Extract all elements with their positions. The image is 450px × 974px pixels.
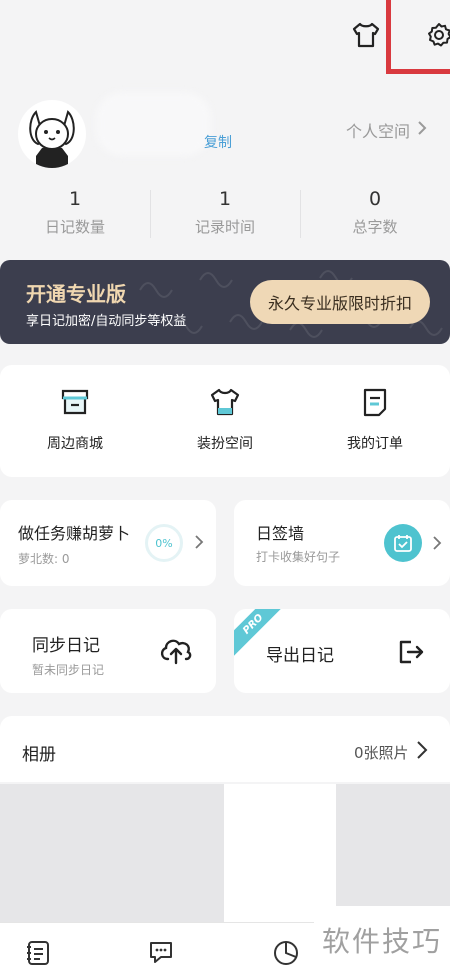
personal-space-link[interactable]: 个人空间: [346, 118, 428, 142]
album-title: 相册: [22, 745, 56, 765]
diary-list-icon[interactable]: [22, 937, 54, 969]
sync-title: 同步日记: [32, 636, 100, 656]
stat-value: 1: [218, 188, 232, 210]
export-title: 导出日记: [266, 646, 334, 666]
chevron-right-icon: [432, 535, 442, 555]
tasks-card[interactable]: 做任务赚胡萝卜 萝北数: 0 0%: [0, 500, 216, 586]
sign-wall-subtitle: 打卡收集好句子: [256, 550, 341, 564]
sync-diary-card[interactable]: 同步日记 暂未同步日记: [0, 609, 216, 693]
pro-discount-button[interactable]: 永久专业版限时折扣: [250, 280, 430, 324]
stats-row: 1 日记数量 1 记录时间 0 总字数: [0, 188, 450, 242]
tasks-progress-label: 0%: [155, 536, 173, 550]
copy-link[interactable]: 复制: [204, 132, 232, 152]
sign-wall-card[interactable]: 日签墙 打卡收集好句子: [234, 500, 450, 586]
stat-word-count[interactable]: 0 总字数: [300, 188, 450, 242]
album-photo-placeholder[interactable]: [0, 784, 224, 924]
stat-value: 0: [368, 188, 382, 210]
chevron-right-icon: [416, 120, 428, 140]
pro-title: 开通专业版: [26, 282, 126, 306]
tasks-carrot-count: 萝北数: 0: [18, 552, 70, 566]
quick-link-store[interactable]: 周边商城: [0, 365, 150, 477]
top-bar: [0, 0, 450, 80]
stat-label: 总字数: [352, 218, 398, 236]
stat-label: 日记数量: [44, 218, 105, 236]
chevron-right-icon: [194, 534, 204, 554]
tasks-progress-ring: 0%: [145, 524, 183, 562]
pro-badge-label: PRO: [240, 611, 266, 637]
album-photo-placeholder[interactable]: [336, 784, 450, 924]
order-icon: [359, 387, 391, 421]
quick-links-card: 周边商城 装扮空间 我的订单: [0, 365, 450, 477]
quick-link-label: 我的订单: [347, 436, 403, 452]
calendar-check-icon: [384, 524, 422, 562]
tshirt-icon[interactable]: [349, 18, 383, 52]
stat-value: 1: [68, 188, 82, 210]
personal-space-label: 个人空间: [345, 122, 410, 141]
pie-chart-icon[interactable]: [270, 937, 302, 969]
pro-banner[interactable]: 开通专业版 享日记加密/自动同步等权益 永久专业版限时折扣: [0, 260, 450, 344]
sync-subtitle: 暂未同步日记: [32, 663, 105, 677]
settings-highlight-box: [386, 0, 450, 74]
chevron-right-icon: [416, 740, 428, 764]
avatar[interactable]: [18, 100, 86, 168]
pro-subtitle: 享日记加密/自动同步等权益: [26, 314, 187, 329]
username-blurred: [96, 92, 211, 156]
quick-link-dressup[interactable]: 装扮空间: [150, 365, 300, 477]
tasks-title: 做任务赚胡萝卜: [18, 524, 131, 543]
album-photo-placeholder[interactable]: [224, 784, 336, 924]
stat-label: 记录时间: [194, 218, 255, 236]
watermark: 软件技巧: [314, 906, 450, 974]
store-icon: [59, 387, 91, 421]
stat-diary-count[interactable]: 1 日记数量: [0, 188, 150, 242]
album-count: 0张照片: [354, 744, 409, 762]
tshirt-icon: [209, 387, 241, 421]
export-icon: [397, 639, 425, 669]
stat-record-time[interactable]: 1 记录时间: [150, 188, 300, 242]
sign-wall-title: 日签墙: [256, 524, 305, 543]
chat-icon[interactable]: [146, 937, 178, 969]
quick-link-label: 装扮空间: [197, 436, 253, 452]
album-header[interactable]: 相册 0张照片: [0, 716, 450, 782]
quick-link-orders[interactable]: 我的订单: [300, 365, 450, 477]
quick-link-label: 周边商城: [47, 436, 103, 452]
cloud-upload-icon: [158, 635, 194, 669]
export-diary-card[interactable]: PRO 导出日记: [234, 609, 450, 693]
